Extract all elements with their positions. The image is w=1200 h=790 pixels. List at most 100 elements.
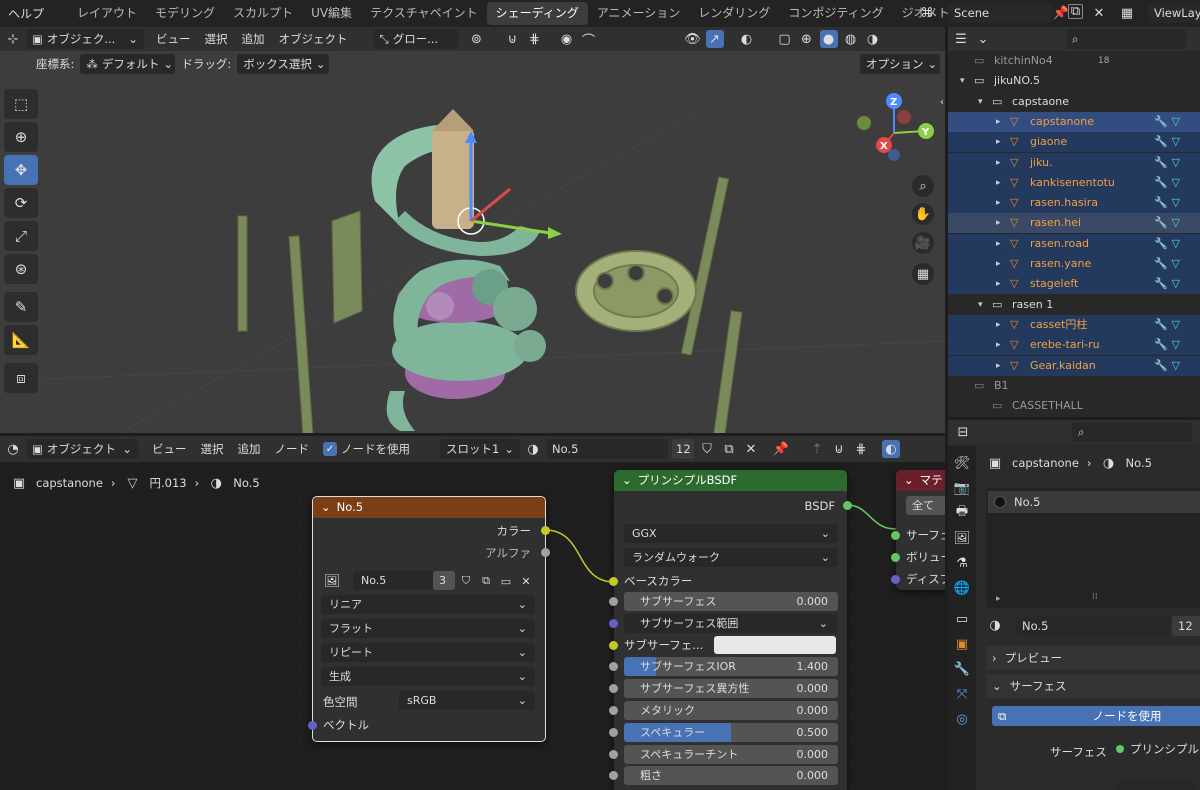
snap-icon[interactable]: ⊍ (504, 30, 522, 48)
bsdf-slider-field[interactable]: サブサーフェス 0.000 (624, 592, 838, 611)
solid-shading-icon[interactable]: ● (819, 30, 838, 48)
collapse-arrow-icon[interactable]: ▸ (996, 315, 1001, 335)
zoom-icon[interactable]: ⌕ (912, 175, 934, 197)
image-browse-icon[interactable]: 🖼 (323, 572, 341, 590)
modifier-data-icons[interactable]: 🔧 ▽ (1154, 132, 1180, 152)
collapse-arrow-icon[interactable]: ▸ (996, 193, 1001, 213)
properties-material-field[interactable]: No.5 (1016, 616, 1170, 636)
surface-input-socket[interactable] (891, 531, 900, 540)
tool-tab-icon[interactable]: 🛠 (953, 454, 971, 472)
modifier-data-icons[interactable]: 🔧 ▽ (1154, 173, 1180, 193)
modifier-tab-icon[interactable]: 🔧 (953, 660, 971, 678)
node-editor-canvas[interactable]: ▣ capstanone › ▽ 円.013 › ◑ No.5 ⌄ No.5 カラ… (0, 462, 945, 790)
image-name-field[interactable]: No.5 (353, 571, 433, 590)
workspace-tab[interactable]: テクスチャペイント (361, 2, 487, 25)
viewlayer-selector[interactable]: ViewLay (1148, 3, 1200, 23)
material-output-node[interactable]: ⌄ マテ 全て サーフェ ボリュー ディスプ (891, 470, 945, 590)
collapse-arrow-icon[interactable]: ▸ (996, 112, 1001, 132)
node-snap-grid-icon[interactable]: ⋕ (852, 440, 870, 458)
projection-select[interactable]: フラット ⌄ (321, 619, 535, 638)
bsdf-input-socket[interactable] (609, 662, 618, 672)
fake-user-shield-icon[interactable]: ⛉ (698, 440, 716, 458)
subsurface-color-swatch[interactable] (714, 635, 836, 654)
extension-select[interactable]: リピート ⌄ (321, 643, 535, 662)
slot-selector[interactable]: スロット1 ⌄ (440, 439, 520, 459)
image-unlink-icon[interactable]: ✕ (517, 572, 535, 590)
image-users[interactable]: 3 (433, 571, 455, 590)
modifier-data-icons[interactable]: 🔧 ▽ (1154, 315, 1180, 335)
collapse-chevron-icon[interactable]: ⌄ (321, 497, 331, 518)
material-slot-list[interactable]: No.5 ▸ ⁞⁞ (986, 488, 1200, 608)
parent-node-tree-icon[interactable]: ⇡ (808, 440, 826, 458)
annotate-tool-icon[interactable]: ✎ (4, 292, 38, 322)
new-scene-icon[interactable]: ⧉ (1068, 4, 1083, 19)
scale-tool-icon[interactable]: ⤢ (4, 221, 38, 251)
modifier-data-icons[interactable]: 🔧 ▽ (1154, 356, 1180, 376)
modifier-data-icons[interactable]: 🔧 ▽ (1154, 234, 1180, 254)
use-nodes-button[interactable]: ⧉ ノードを使用 (992, 706, 1200, 726)
node-snap-icon[interactable]: ⊍ (830, 440, 848, 458)
out-bsdf-socket[interactable] (843, 501, 852, 510)
bsdf-dropdown-field[interactable]: サブサーフェス範囲 ⌄ (624, 613, 838, 633)
bsdf-input-socket[interactable] (609, 597, 618, 606)
falloff-icon[interactable]: ⌒ (580, 30, 598, 49)
select-box-tool-icon[interactable]: ⬚ (4, 89, 38, 119)
menu-select[interactable]: 選択 (205, 31, 228, 47)
node-menu-select[interactable]: 選択 (201, 441, 224, 457)
pivot-icon[interactable]: ⊚ (468, 30, 486, 48)
camera-icon[interactable]: 🎥 (912, 232, 934, 254)
outliner-row[interactable]: ▾ ▭ rasen 1 (948, 295, 1200, 315)
source-select[interactable]: 生成 ⌄ (321, 667, 535, 686)
node-overlay-icon[interactable]: ◐ (882, 440, 900, 458)
menu-add[interactable]: 追加 (242, 31, 265, 47)
display-mode-icon[interactable]: ⌄ (974, 30, 992, 48)
properties-editor-icon[interactable]: ⊟ (954, 423, 972, 441)
bsdf-input-socket[interactable] (609, 727, 618, 737)
scene-selector[interactable]: Scene (948, 3, 1052, 23)
bsdf-input-socket[interactable] (609, 706, 618, 715)
image-node-header[interactable]: ⌄ No.5 (313, 497, 545, 518)
menu-help[interactable]: ヘルプ (0, 5, 52, 22)
object-tab-icon[interactable]: ▣ (953, 635, 971, 653)
editor-type-icon[interactable]: ⊹ (4, 30, 22, 48)
bsdf-input-socket[interactable] (609, 771, 618, 781)
modifier-data-icons[interactable]: 🔧 ▽ (1154, 254, 1180, 274)
output-target-select[interactable]: 全て (906, 496, 945, 515)
modifier-data-icons[interactable]: 🔧 ▽ (1154, 153, 1180, 173)
material-slot-row[interactable]: No.5 (988, 491, 1200, 513)
viewlayer-icon[interactable]: ▦ (1118, 4, 1136, 22)
out-color-socket[interactable] (541, 526, 550, 535)
outliner-row[interactable]: ▸ ▽ jiku. 🔧 ▽ (948, 152, 1200, 173)
outliner-row[interactable]: ▭ CASSETHALL (948, 396, 1200, 416)
outliner-row[interactable]: ▸ ▽ rasen.hasira 🔧 ▽ (948, 193, 1200, 214)
outliner-row[interactable]: ▭ B1 (948, 376, 1200, 396)
outliner-row[interactable]: ▸ ▽ rasen.yane 🔧 ▽ (948, 254, 1200, 274)
material-shading-icon[interactable]: ◍ (842, 30, 860, 48)
base-color-socket[interactable] (609, 577, 618, 586)
output-tab-icon[interactable]: 🖶 (953, 504, 971, 522)
workspace-tab[interactable]: レイアウト (68, 2, 146, 25)
principled-bsdf-node[interactable]: ⌄ プリンシプルBSDF BSDF GGX ⌄ ランダムウォーク ⌄ ベースカラー サ… (609, 470, 852, 790)
bsdf-slider-field[interactable]: サブサーフェスIOR 1.400 (624, 657, 838, 677)
workspace-tab[interactable]: UV編集 (302, 2, 361, 25)
view-layer-tab-icon[interactable]: 🖼 (953, 529, 971, 547)
volume-input-socket[interactable] (891, 553, 900, 562)
menu-object[interactable]: オブジェクト (279, 31, 348, 47)
scene-icon[interactable]: ⌘ (918, 4, 936, 22)
properties-search-field[interactable]: ⌕ (1072, 422, 1192, 442)
bsdf-slider-field[interactable]: 粗さ 0.000 (624, 766, 838, 786)
preview-panel-header[interactable]: › プレビュー (986, 646, 1200, 670)
outliner-row[interactable]: ▾ ▭ jikuNO.5 (948, 71, 1200, 91)
material-name-field[interactable]: No.5 (546, 439, 668, 459)
distribution-field[interactable] (1116, 780, 1196, 790)
transform-tool-icon[interactable]: ⊛ (4, 254, 38, 284)
bsdf-slider-field[interactable]: スペキュラーチント 0.000 (624, 744, 838, 764)
subsurface-method-select[interactable]: ランダムウォーク ⌄ (624, 548, 838, 567)
expand-arrow-icon[interactable]: ▾ (978, 295, 983, 315)
workspace-tab[interactable]: シェーディング (486, 2, 588, 25)
outliner-row[interactable]: ▸ ▽ Gear.kaidan 🔧 ▽ (948, 355, 1200, 376)
image-open-folder-icon[interactable]: ▭ (497, 572, 515, 590)
modifier-data-icons[interactable]: 🔧 ▽ (1154, 112, 1180, 132)
proportional-edit-icon[interactable]: ◉ (558, 30, 576, 48)
out-alpha-socket[interactable] (541, 548, 550, 557)
